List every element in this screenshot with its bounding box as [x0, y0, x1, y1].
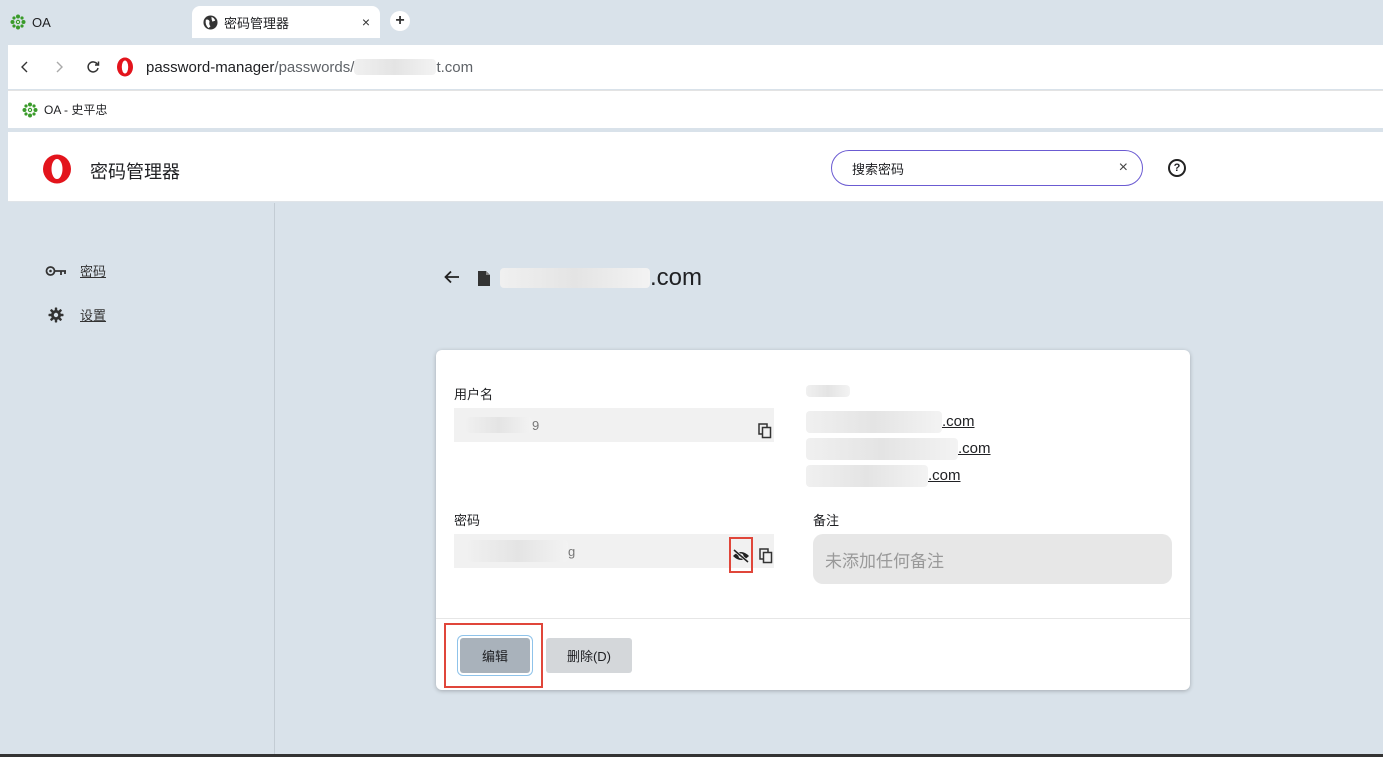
sidebar-item-passwords-label: 密码 [80, 264, 107, 279]
key-icon [44, 265, 68, 277]
sidebar-item-settings[interactable]: 设置 [44, 305, 106, 324]
new-tab-button[interactable]: + [390, 11, 410, 31]
detail-title-tail: .com [650, 264, 703, 291]
website-link[interactable]: .com [928, 467, 961, 484]
password-field[interactable]: g [454, 534, 774, 568]
chevron-right-icon [56, 61, 63, 73]
url-host: password-manager [146, 58, 275, 76]
reload-button[interactable] [76, 50, 110, 84]
opera-logo-icon [42, 154, 72, 189]
sidebar-item-settings-label: 设置 [80, 308, 107, 323]
sidebar: 密码 设置 [8, 203, 275, 757]
file-icon [478, 270, 490, 286]
bookmark-oa[interactable]: OA - 史平忠 [22, 101, 107, 118]
redacted-text [354, 59, 437, 75]
redacted-text [806, 437, 958, 460]
opera-logo-icon [116, 57, 134, 77]
copy-username-icon[interactable] [755, 421, 775, 441]
notes-field: 未添加任何备注 [813, 534, 1172, 584]
back-button[interactable] [8, 50, 42, 84]
redacted-text [466, 417, 532, 433]
url-tail: t.com [436, 58, 474, 76]
tab-close-button[interactable]: × [362, 14, 370, 30]
redacted-text [806, 410, 942, 433]
reload-icon [87, 61, 100, 73]
address-bar: password-manager/passwords/t.com [8, 45, 1383, 89]
divider [436, 618, 1190, 619]
gear-icon [44, 307, 68, 323]
username-label: 用户名 [454, 387, 494, 402]
show-password-icon[interactable] [731, 546, 751, 566]
list-item: .com [806, 435, 991, 462]
website-list: .com .com .com [806, 408, 991, 489]
username-field[interactable]: 9 [454, 408, 774, 442]
search-box[interactable]: × [831, 150, 1143, 186]
copy-password-icon[interactable] [756, 546, 776, 566]
redacted-text [468, 540, 568, 562]
bookmarks-bar: OA - 史平忠 [8, 90, 1383, 128]
edit-button[interactable]: 编辑 [460, 638, 530, 673]
app-title: 密码管理器 [90, 162, 180, 182]
password-detail-card: 用户名 9 .com .com .com 密码 g 备注 未添加任何备注 编辑 … [436, 350, 1190, 690]
delete-button[interactable]: 删除(D) [546, 638, 632, 673]
sidebar-item-passwords[interactable]: 密码 [44, 261, 106, 280]
url-field[interactable]: password-manager/passwords/t.com [116, 57, 473, 77]
list-item: .com [806, 408, 991, 435]
redacted-text [500, 268, 650, 288]
tab-oa-title: OA [32, 14, 51, 30]
website-link[interactable]: .com [958, 440, 991, 457]
gear-flower-icon [10, 14, 26, 30]
help-icon[interactable]: ? [1168, 159, 1186, 177]
url-path: /passwords/ [274, 58, 355, 76]
back-arrow-icon[interactable] [444, 267, 460, 290]
notes-label: 备注 [813, 513, 840, 528]
detail-heading: .com [444, 264, 702, 292]
website-label [806, 382, 850, 397]
password-label: 密码 [454, 513, 481, 528]
list-item: .com [806, 462, 991, 489]
tab-password-manager[interactable]: 密码管理器 × [192, 6, 380, 38]
tab-oa[interactable]: OA [10, 4, 180, 40]
website-link[interactable]: .com [942, 413, 975, 430]
forward-button[interactable] [42, 50, 76, 84]
username-value-tail: 9 [532, 417, 540, 433]
tab-password-manager-title: 密码管理器 [224, 15, 290, 31]
bookmark-oa-label: OA - 史平忠 [44, 103, 108, 117]
tab-strip: OA 密码管理器 × + [0, 0, 1383, 44]
redacted-text [806, 384, 850, 397]
search-clear-button[interactable]: × [1119, 159, 1128, 177]
password-value-tail: g [568, 543, 576, 559]
app-header: 密码管理器 × ? [8, 132, 1383, 202]
gear-flower-icon [22, 102, 38, 118]
chevron-left-icon [21, 61, 28, 73]
search-input[interactable] [852, 160, 1119, 176]
globe-icon [202, 14, 218, 30]
redacted-text [806, 464, 928, 487]
